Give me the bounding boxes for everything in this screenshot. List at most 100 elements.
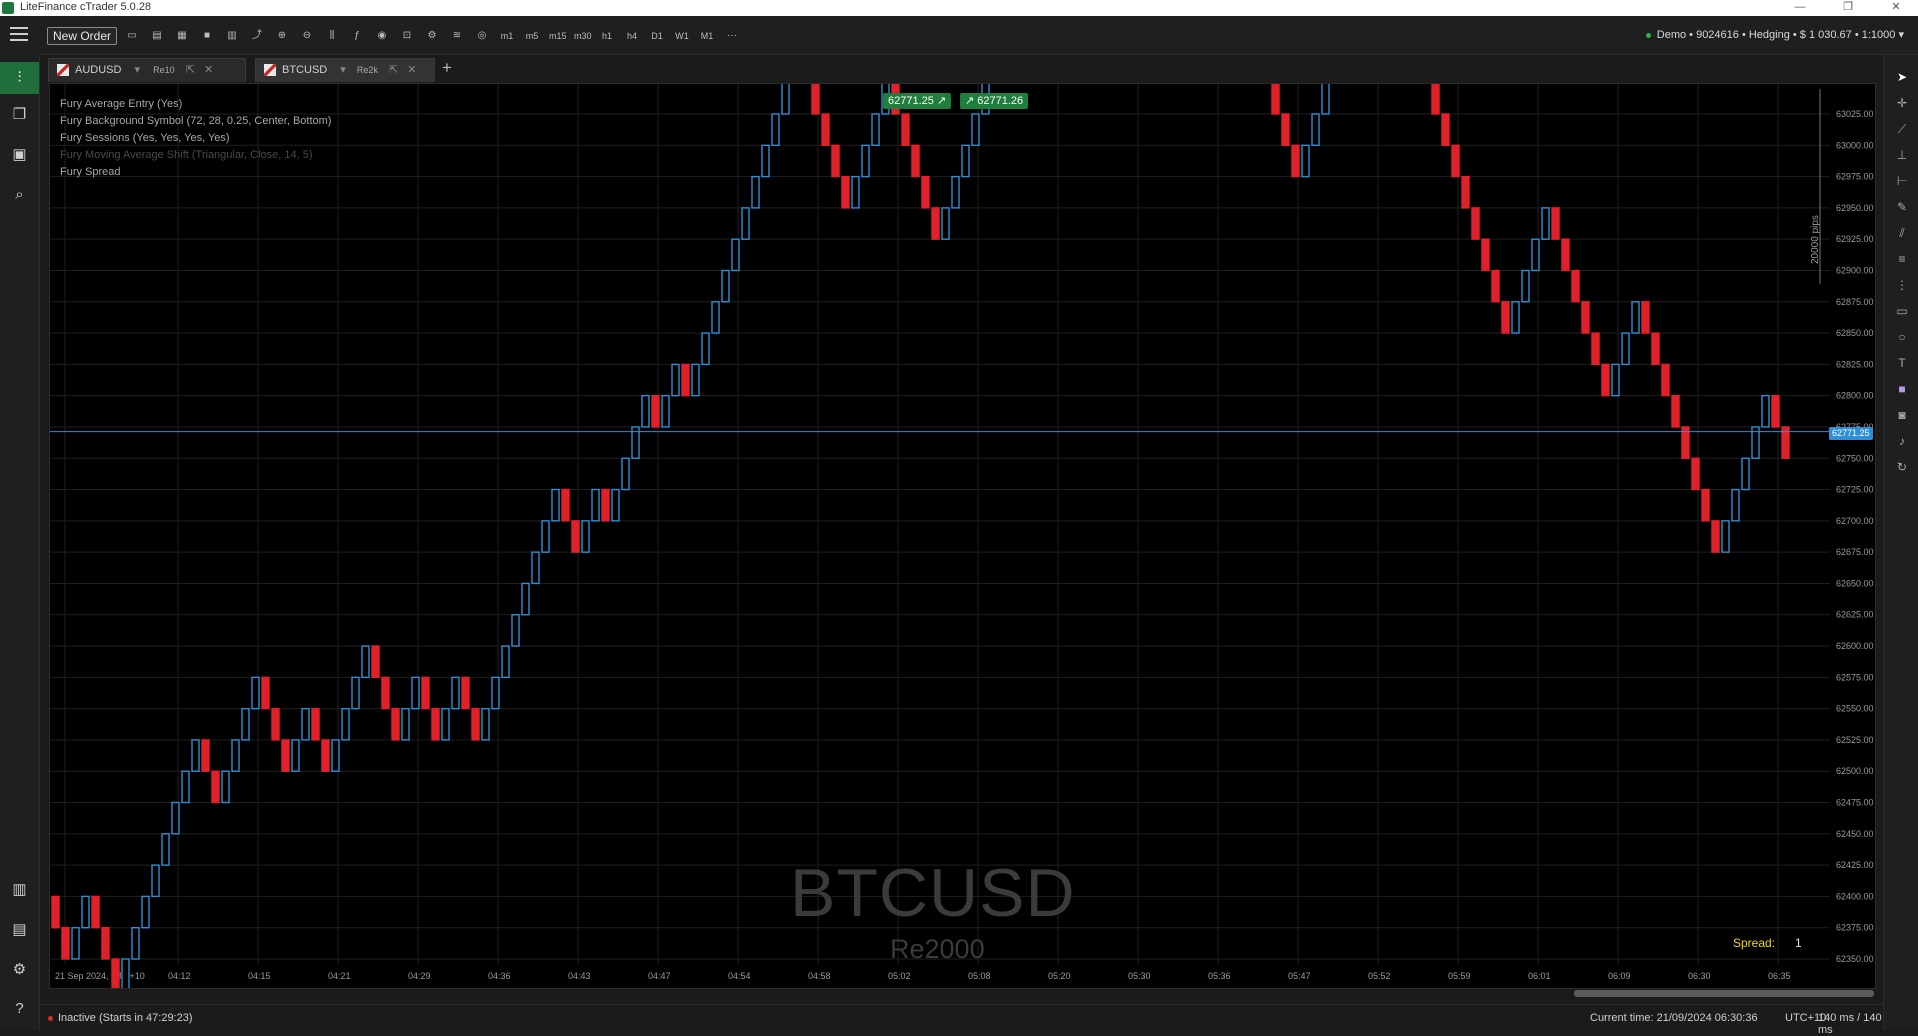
indicator-legend-item[interactable]: Fury Average Entry (Yes) [60,98,182,110]
new-order-button[interactable]: New Order [47,27,118,45]
timeframe-h4[interactable]: h4 [624,29,640,43]
buy-arrow-icon: ↗ [965,95,975,107]
timeframe-m30[interactable]: m30 [574,29,592,43]
more-icon[interactable]: ··· [724,29,740,43]
zoom-in-icon[interactable]: ⊕ [274,29,290,43]
renko-brick-down [811,84,820,115]
sell-price-chip[interactable]: 62771.25 ↗ [883,93,952,109]
renko-brick-up [591,488,600,522]
timeframe-h1[interactable]: h1 [599,29,615,43]
trend-icon[interactable]: ⤴ [249,29,265,43]
indicator-icon[interactable]: ƒ [349,29,365,43]
timeframe-m5[interactable]: m5 [524,29,540,43]
renko-brick-up [541,520,550,553]
indicator-legend-item[interactable]: Fury Spread [60,166,121,178]
timeframe-mn1[interactable]: M1 [699,29,715,43]
timeframe-m15[interactable]: m15 [549,29,567,43]
single-layout-icon[interactable]: ■ [199,29,215,43]
status-bar: Inactive (Starts in 47:29:23) Current ti… [40,1004,1883,1036]
vertical-line-icon[interactable]: ⊢ [1894,173,1910,189]
tab-chart-type[interactable]: Re2k [357,65,378,75]
detach-icon[interactable]: ⇱ [389,64,398,76]
renko-brick-down [101,927,110,960]
fib-icon[interactable]: ≡ [1894,251,1910,267]
y-tick-label: 62400.00 [1836,891,1874,901]
chart-scrollbar[interactable] [1574,990,1874,997]
tab-chart-type[interactable]: Re10 [153,65,175,75]
channel-icon[interactable]: ⫽ [1894,225,1910,241]
renko-brick-up [1611,363,1620,397]
ellipse-icon[interactable]: ○ [1894,329,1910,345]
settings-gear-icon[interactable]: ⚙ [0,954,39,986]
indicator-legend-item[interactable]: Fury Background Symbol (72, 28, 0.25, Ce… [60,115,331,127]
market-icon[interactable]: ▥ [0,874,39,906]
replay-icon[interactable]: ↻ [1894,459,1910,475]
tab-audusd[interactable]: AUDUSD ▾ Re10 ⇱ ✕ [48,58,246,82]
eye-icon[interactable]: ◎ [474,29,490,43]
renko-brick-down [931,207,940,240]
chart-mode-icon[interactable]: ▭ [124,29,140,43]
renko-brick-down [471,707,480,741]
trade-icon[interactable]: ⫶ [0,62,39,94]
detach-icon[interactable]: ⇱ [186,64,195,76]
timeframe-d1[interactable]: D1 [649,29,665,43]
chevron-down-icon[interactable]: ▾ [1898,29,1904,41]
x-tick-label: 05:08 [968,971,991,981]
y-tick-label: 62900.00 [1836,265,1874,275]
renko-chart[interactable]: 62350.00 62375.00 62400.00 62425.00 62450.00… [49,83,1876,989]
pen-icon[interactable]: ✎ [1894,199,1910,215]
y-tick-label: 62350.00 [1836,954,1874,964]
close-icon[interactable]: ✕ [1876,0,1916,16]
bot-icon[interactable]: ◉ [374,29,390,43]
news-icon[interactable]: ▤ [0,914,39,946]
crosshair-icon[interactable]: ✛ [1894,95,1910,111]
chevron-down-icon[interactable]: ▾ [340,64,346,76]
help-icon[interactable]: ? [0,993,39,1025]
alert-bell-icon[interactable]: ♪ [1894,433,1910,449]
analyze-icon[interactable]: ⌕ [0,179,39,211]
grid-layout-icon[interactable]: ▦ [174,29,190,43]
candles-icon[interactable]: ⫼ [324,29,340,43]
chevron-down-icon[interactable]: ▾ [135,64,141,76]
layout-icon[interactable]: ▤ [149,29,165,43]
account-info[interactable]: Demo • 9024616 • Hedging • $ 1 030.67 • … [1645,28,1904,41]
camera-icon[interactable]: ◙ [1894,407,1910,423]
minimize-icon[interactable]: — [1780,0,1820,16]
indicator-legend-item[interactable]: Fury Sessions (Yes, Yes, Yes, Yes) [60,132,230,144]
text-icon[interactable]: T [1894,355,1910,371]
chart-canvas[interactable]: 62350.00 62375.00 62400.00 62425.00 62450.00… [50,84,1875,988]
menu-icon[interactable] [10,27,28,41]
tab-close-icon[interactable]: ✕ [407,64,416,76]
tab-btcusd[interactable]: BTCUSD ▾ Re2k ⇱ ✕ [255,58,435,82]
tab-close-icon[interactable]: ✕ [204,64,213,76]
algo-icon[interactable]: ▣ [0,139,39,171]
timeframe-w1[interactable]: W1 [674,29,690,43]
horizontal-line-icon[interactable]: ⊥ [1894,147,1910,163]
timeframe-m1[interactable]: m1 [499,29,515,43]
renko-brick-up [1321,84,1330,115]
x-tick-label: 04:21 [328,971,351,981]
fib-grid-icon[interactable]: ⋮ [1894,277,1910,293]
sell-arrow-icon: ↗ [936,95,947,107]
buy-price: 62771.26 [977,95,1024,107]
x-tick-label: 05:30 [1128,971,1151,981]
cursor-icon[interactable]: ➤ [1894,69,1910,85]
color-swatch-icon[interactable]: ■ [1894,381,1910,397]
line-tool-icon[interactable]: ⟋ [1894,121,1910,137]
renko-brick-down [431,707,440,741]
renko-brick-up [291,739,300,772]
rectangle-icon[interactable]: ▭ [1894,303,1910,319]
add-tab-icon[interactable]: + [442,58,452,78]
settings-icon[interactable]: ⚙ [424,29,440,43]
layers-icon[interactable]: ≋ [449,29,465,43]
split-layout-icon[interactable]: ▥ [224,29,240,43]
buy-price-chip[interactable]: ↗ 62771.26 [960,93,1029,109]
copy-icon[interactable]: ❐ [0,99,39,131]
y-tick-label: 62975.00 [1836,172,1874,182]
restore-icon[interactable]: ❐ [1828,0,1868,16]
robot-icon[interactable]: ⊡ [399,29,415,43]
zoom-out-icon[interactable]: ⊖ [299,29,315,43]
renko-brick-down [911,144,920,178]
y-tick-label: 62425.00 [1836,860,1874,870]
indicator-legend-item[interactable]: Fury Moving Average Shift (Triangular, C… [60,149,313,161]
